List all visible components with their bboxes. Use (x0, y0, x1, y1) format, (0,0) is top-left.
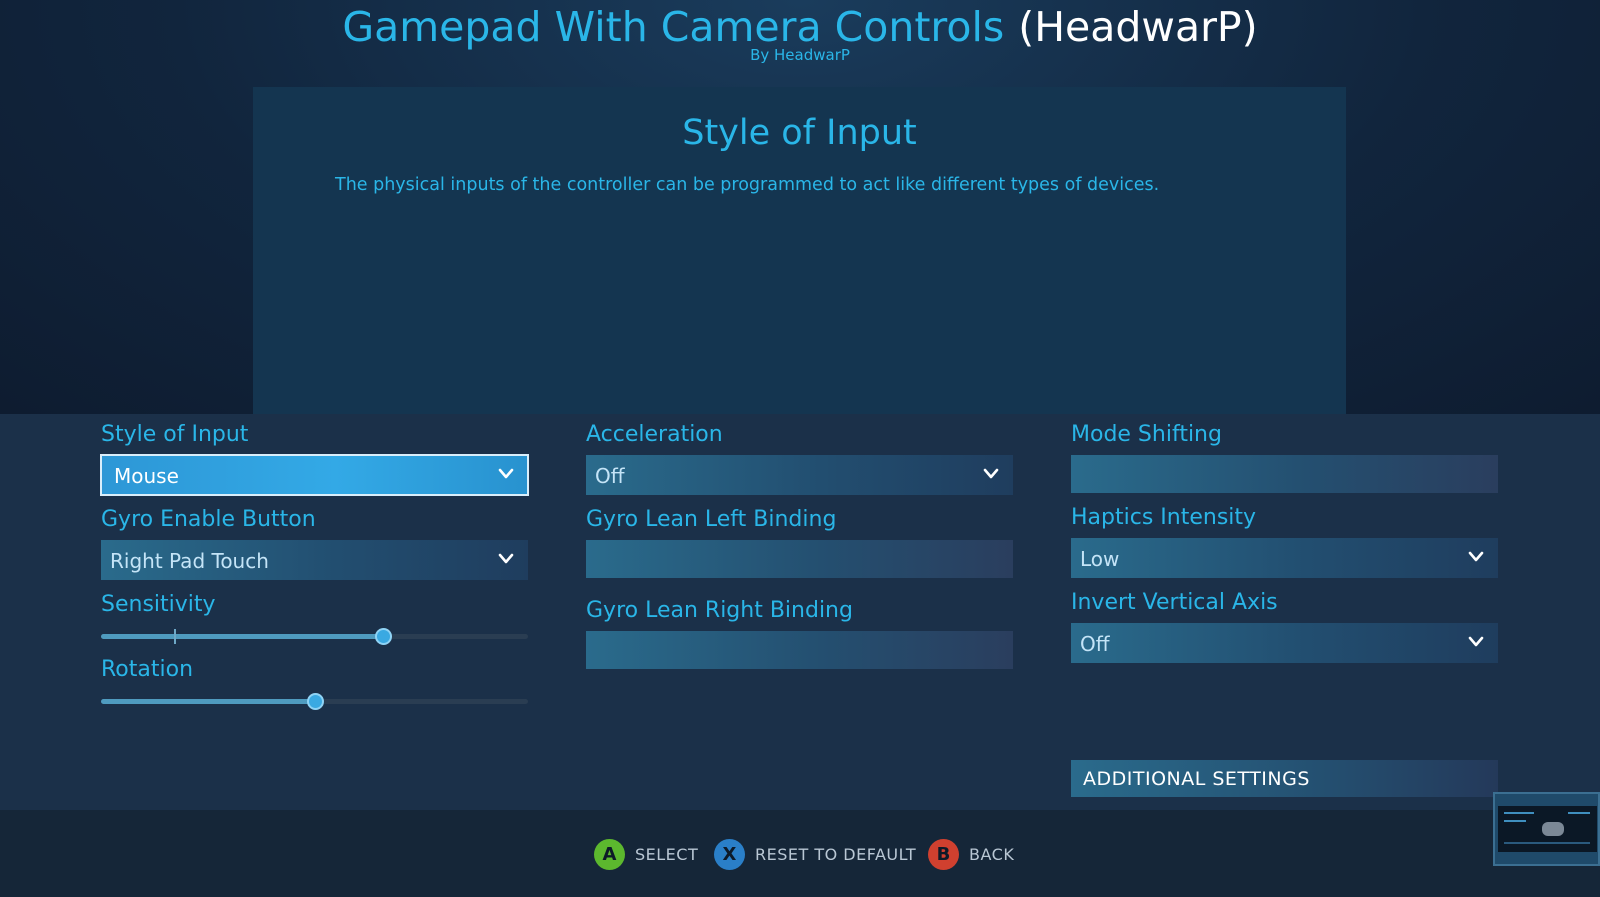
gyro-lean-right-label: Gyro Lean Right Binding (586, 598, 853, 623)
acceleration-dropdown[interactable]: Off (586, 455, 1013, 495)
a-button-icon: A (594, 838, 625, 870)
preview-image (1498, 806, 1597, 852)
gyro-enable-button-label: Gyro Enable Button (101, 507, 316, 532)
gyro-enable-button-dropdown[interactable]: Right Pad Touch (101, 540, 528, 580)
invert-vertical-axis-label: Invert Vertical Axis (1071, 590, 1278, 615)
preview-line (1568, 812, 1590, 814)
chevron-down-icon (983, 467, 999, 481)
invert-vertical-axis-value: Off (1080, 632, 1110, 656)
haptics-intensity-dropdown[interactable]: Low (1071, 538, 1498, 578)
style-of-input-dropdown[interactable]: Mouse (100, 454, 529, 496)
gyro-lean-right-binding[interactable] (586, 631, 1013, 669)
gyro-enable-button-value: Right Pad Touch (110, 549, 269, 573)
additional-settings-label: ADDITIONAL SETTINGS (1083, 768, 1310, 790)
back-label: BACK (969, 844, 1015, 864)
config-owner: (HeadwarP) (1018, 3, 1258, 51)
config-byline: By HeadwarP (750, 46, 850, 64)
style-of-input-value: Mouse (114, 464, 179, 488)
select-label: SELECT (635, 844, 699, 864)
controller-icon (1542, 822, 1564, 836)
chevron-down-icon (1468, 635, 1484, 649)
sensitivity-label: Sensitivity (101, 592, 216, 617)
slider-default-tick (173, 629, 176, 644)
gyro-lean-left-binding[interactable] (586, 540, 1013, 578)
rotation-label: Rotation (101, 657, 194, 682)
info-description: The physical inputs of the controller ca… (335, 175, 1160, 195)
preview-line (1504, 812, 1534, 814)
haptics-intensity-label: Haptics Intensity (1071, 505, 1257, 530)
chevron-down-icon (1468, 550, 1484, 564)
preview-line (1504, 820, 1526, 822)
chevron-down-icon (498, 467, 514, 481)
b-button-icon: B (928, 838, 959, 870)
chevron-down-icon (498, 552, 514, 566)
acceleration-label: Acceleration (586, 422, 723, 447)
rotation-slider[interactable] (101, 692, 528, 712)
haptics-intensity-value: Low (1080, 547, 1120, 571)
screen-preview-thumbnail (1493, 792, 1600, 866)
info-title: Style of Input (682, 113, 917, 153)
config-name: Gamepad With Camera Controls (342, 3, 1005, 51)
slider-fill (101, 634, 383, 639)
back-hint[interactable]: B BACK (928, 838, 1014, 870)
additional-settings-button[interactable]: ADDITIONAL SETTINGS (1071, 760, 1498, 797)
sensitivity-slider[interactable] (101, 627, 528, 647)
mode-shifting-binding[interactable] (1071, 455, 1498, 493)
invert-vertical-axis-dropdown[interactable]: Off (1071, 623, 1498, 663)
slider-thumb[interactable] (306, 693, 324, 710)
select-hint[interactable]: A SELECT (594, 838, 698, 870)
acceleration-value: Off (595, 464, 625, 488)
reset-to-default-hint[interactable]: X RESET TO DEFAULT (714, 838, 916, 870)
x-button-icon: X (714, 838, 745, 870)
style-of-input-label: Style of Input (101, 422, 249, 447)
gyro-lean-left-label: Gyro Lean Left Binding (586, 507, 837, 532)
slider-thumb[interactable] (374, 628, 392, 645)
slider-fill (101, 699, 315, 704)
config-title: Gamepad With Camera Controls (HeadwarP) (0, 2, 1600, 52)
info-panel: Style of Input The physical inputs of th… (253, 87, 1346, 414)
mode-shifting-label: Mode Shifting (1071, 422, 1222, 447)
reset-to-default-label: RESET TO DEFAULT (755, 844, 917, 864)
preview-line (1504, 842, 1590, 844)
